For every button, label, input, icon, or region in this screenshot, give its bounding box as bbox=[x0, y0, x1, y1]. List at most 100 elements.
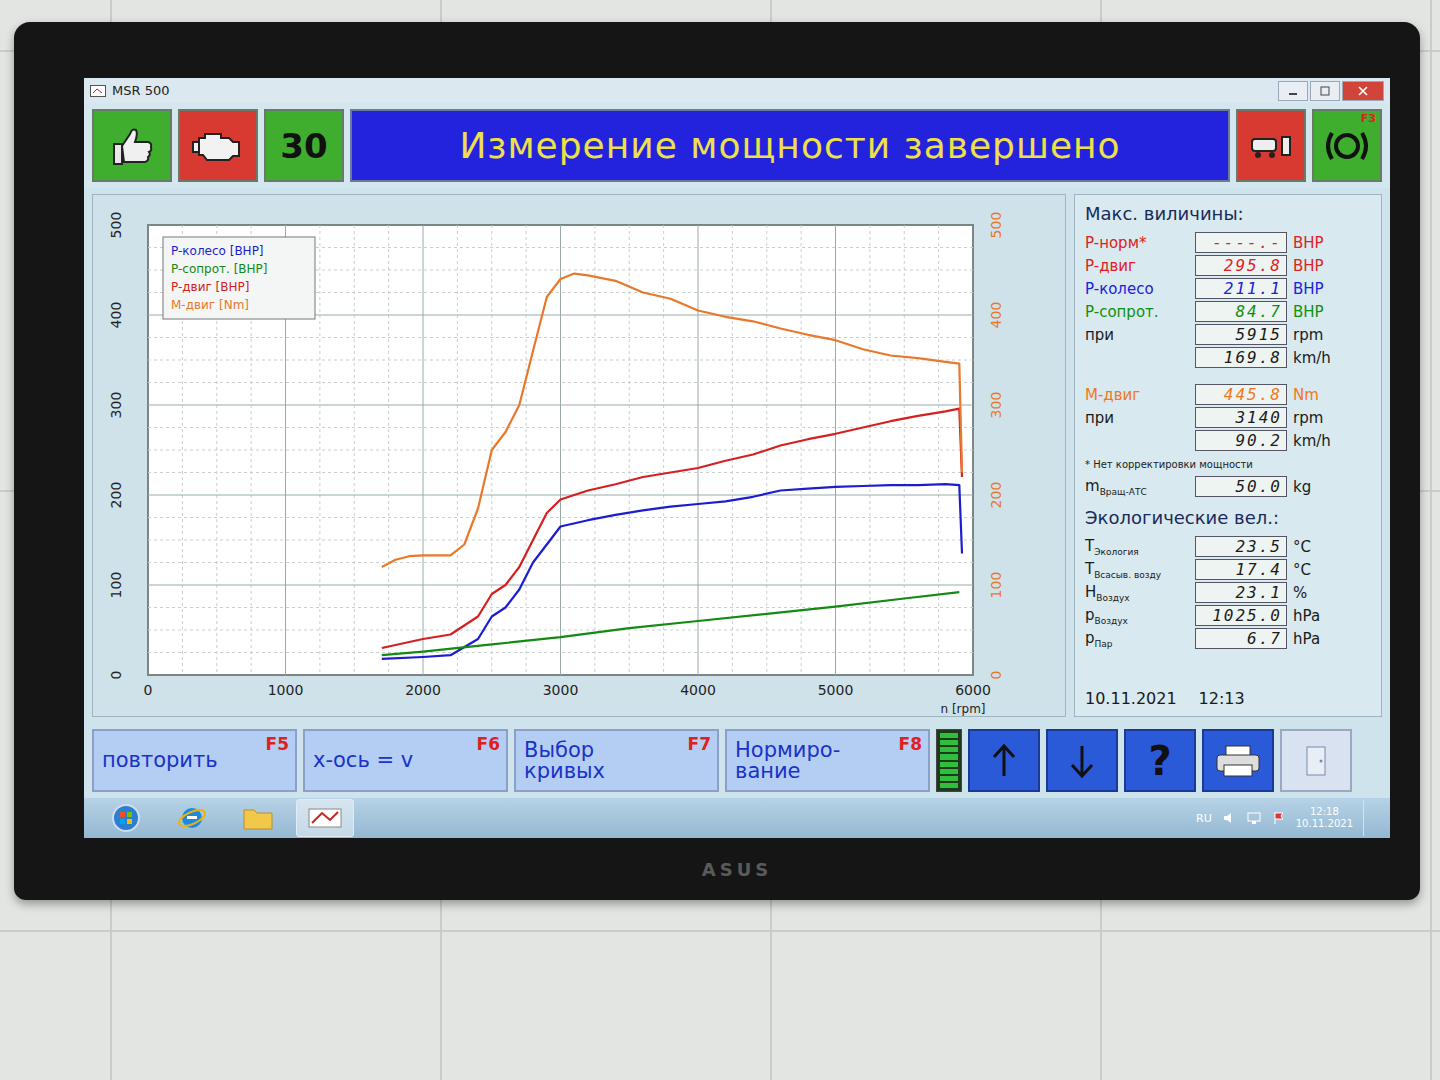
value-box: 445.8 bbox=[1195, 384, 1287, 405]
value-unit: % bbox=[1293, 584, 1307, 602]
grid-line bbox=[148, 427, 973, 428]
value-row: P-двиг295.8BHP bbox=[1085, 255, 1371, 276]
value-unit: rpm bbox=[1293, 409, 1323, 427]
value-label: TВсасыв. возду bbox=[1085, 560, 1189, 580]
arrow-up-icon bbox=[989, 743, 1019, 779]
grid-line bbox=[801, 225, 802, 675]
explorer-taskbar-item[interactable] bbox=[230, 800, 286, 836]
browser-taskbar-item[interactable] bbox=[164, 800, 220, 836]
internet-explorer-icon bbox=[177, 803, 207, 833]
y-tick-right: 500 bbox=[988, 212, 1004, 239]
date: 10.11.2021 bbox=[1085, 689, 1177, 708]
value-unit: hPa bbox=[1293, 630, 1320, 648]
value-label: TЭкология bbox=[1085, 537, 1189, 557]
grid-line bbox=[560, 225, 561, 675]
minimize-icon bbox=[1288, 86, 1298, 96]
meter-segment bbox=[940, 762, 958, 767]
y-tick-left: 100 bbox=[108, 572, 124, 599]
value-box: 17.4 bbox=[1195, 559, 1287, 580]
up-button[interactable] bbox=[968, 729, 1040, 792]
y-tick-right: 200 bbox=[988, 482, 1004, 509]
value-unit: °C bbox=[1293, 538, 1311, 556]
value-box: 1025.0 bbox=[1195, 605, 1287, 626]
value-unit: BHP bbox=[1293, 303, 1324, 321]
flag-icon[interactable] bbox=[1272, 811, 1286, 825]
maximize-button[interactable] bbox=[1310, 81, 1340, 101]
help-button[interactable]: ? bbox=[1124, 729, 1196, 792]
value-row: P-колесо211.1BHP bbox=[1085, 278, 1371, 299]
eco-values: TЭкология23.5°CTВсасыв. возду17.4°CHВозд… bbox=[1085, 536, 1371, 649]
x-tick: 5000 bbox=[818, 682, 854, 698]
network-icon[interactable] bbox=[1246, 811, 1262, 825]
ok-button[interactable] bbox=[92, 109, 172, 182]
down-button[interactable] bbox=[1046, 729, 1118, 792]
x-tick: 2000 bbox=[405, 682, 441, 698]
value-row: pВоздух1025.0hPa bbox=[1085, 605, 1371, 626]
x-tick: 1000 bbox=[268, 682, 304, 698]
grid-line bbox=[148, 630, 973, 631]
value-unit: kg bbox=[1293, 478, 1311, 496]
y-tick-left: 500 bbox=[108, 212, 124, 239]
function-key[interactable]: Выбор кривыхF7 bbox=[514, 729, 719, 792]
y-tick-right: 100 bbox=[988, 572, 1004, 599]
value-row: pПар6.7hPa bbox=[1085, 628, 1371, 649]
value-label: M-двиг bbox=[1085, 386, 1189, 404]
value-row: TВсасыв. возду17.4°C bbox=[1085, 559, 1371, 580]
x-tick: 6000 bbox=[955, 682, 991, 698]
value-row: HВоздух23.1% bbox=[1085, 582, 1371, 603]
windows-orb-icon bbox=[111, 803, 141, 833]
power-chart: 0100200300400500010020030040050001000200… bbox=[93, 195, 1063, 716]
function-key[interactable]: повторитьF5 bbox=[92, 729, 297, 792]
function-key-label: Выбор кривых bbox=[524, 740, 652, 782]
grid-line bbox=[148, 450, 973, 451]
printer-icon bbox=[1214, 743, 1262, 779]
folder-icon bbox=[242, 804, 274, 832]
language-indicator[interactable]: RU bbox=[1196, 812, 1212, 825]
function-bar: повторитьF5x-ось = vF6Выбор кривыхF7Норм… bbox=[84, 723, 1390, 798]
msr-app-icon bbox=[308, 806, 342, 830]
y-tick-left: 400 bbox=[108, 302, 124, 329]
show-desktop-button[interactable] bbox=[1363, 800, 1376, 836]
exit-button[interactable] bbox=[1280, 729, 1352, 792]
meter-segment bbox=[940, 776, 958, 781]
max-values-title: Макс. виличины: bbox=[1085, 203, 1371, 230]
clock-date: 10.11.2021 bbox=[1296, 818, 1353, 830]
status-code: 30 bbox=[264, 109, 344, 182]
brake-button[interactable]: F3 bbox=[1312, 109, 1382, 182]
value-row: P-норм*----.-BHP bbox=[1085, 232, 1371, 253]
function-key[interactable]: x-ось = vF6 bbox=[303, 729, 508, 792]
value-label: pВоздух bbox=[1085, 606, 1189, 626]
speaker-icon[interactable] bbox=[1222, 811, 1236, 825]
system-tray: RU 12:1810.11.2021 bbox=[1196, 800, 1376, 836]
engine-button[interactable] bbox=[178, 109, 258, 182]
grid-line bbox=[148, 495, 973, 496]
value-row: 169.8km/h bbox=[1085, 347, 1371, 368]
start-button[interactable] bbox=[98, 800, 154, 836]
meter-segment bbox=[940, 733, 958, 738]
clock[interactable]: 12:1810.11.2021 bbox=[1296, 806, 1353, 830]
value-label: P-колесо bbox=[1085, 280, 1189, 298]
minimize-button[interactable] bbox=[1278, 81, 1308, 101]
screen: MSR 50030Измерение мощности завершеноF30… bbox=[84, 78, 1390, 838]
maximize-icon bbox=[1320, 86, 1330, 96]
value-unit: BHP bbox=[1293, 280, 1324, 298]
x-tick: 4000 bbox=[680, 682, 716, 698]
power-values: P-норм*----.-BHPP-двиг295.8BHPP-колесо21… bbox=[1085, 232, 1371, 368]
function-key[interactable]: Нормиро-ваниеF8 bbox=[725, 729, 930, 792]
grid-line bbox=[148, 337, 973, 338]
y-tick-left: 200 bbox=[108, 482, 124, 509]
value-box: 23.5 bbox=[1195, 536, 1287, 557]
legend-box bbox=[163, 237, 315, 319]
toolbar: 30Измерение мощности завершеноF3 bbox=[84, 103, 1390, 188]
blower-button[interactable] bbox=[1236, 109, 1306, 182]
value-box: 169.8 bbox=[1195, 347, 1287, 368]
grid-line bbox=[148, 405, 973, 406]
print-button[interactable] bbox=[1202, 729, 1274, 792]
grid-line bbox=[148, 225, 973, 226]
close-button[interactable] bbox=[1342, 81, 1384, 101]
series-line bbox=[382, 484, 962, 659]
grid-line bbox=[148, 585, 973, 586]
y-tick-right: 400 bbox=[988, 302, 1004, 329]
value-row: при3140rpm bbox=[1085, 407, 1371, 428]
msr-taskbar-item[interactable] bbox=[296, 799, 354, 837]
